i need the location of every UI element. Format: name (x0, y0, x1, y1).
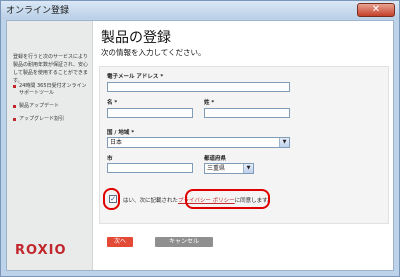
last-name-label: 姓 * (204, 100, 215, 106)
close-icon: ✕ (371, 4, 381, 15)
title-bar[interactable]: オンライン登録 ✕ (1, 1, 399, 19)
window-title: オンライン登録 (6, 6, 70, 16)
city-label: 市 (107, 156, 113, 162)
chevron-down-icon[interactable]: ▼ (279, 138, 289, 147)
email-field[interactable] (107, 82, 290, 92)
first-name-field[interactable] (107, 108, 193, 118)
country-label: 国 / 地域 * (107, 130, 135, 136)
bullet-icon (13, 105, 16, 108)
highlight-privacy-link-ring (185, 189, 270, 209)
sidebar-description: 登録を行うと次のサービスにより 製品の耐用年数が保証され、安心して製品を使用する… (13, 54, 89, 84)
registration-window: オンライン登録 ✕ 登録を行うと次のサービスにより 製品の耐用年数が保証され、安… (0, 0, 400, 277)
sidebar-item-label: 24時間 365日受付オンライン サポートツール (19, 83, 87, 96)
sidebar-item-support: 24時間 365日受付オンライン サポートツール (13, 83, 91, 97)
sidebar-item-label: 製品アップデート (19, 103, 60, 109)
sidebar-benefits-list: 24時間 365日受付オンライン サポートツール 製品アップデート アップグレー… (13, 83, 91, 129)
sidebar-item-updates: 製品アップデート (13, 103, 91, 110)
country-value: 日本 (110, 139, 123, 146)
cancel-button[interactable]: キャンセル (155, 237, 213, 247)
close-button[interactable]: ✕ (357, 3, 395, 17)
chevron-down-icon[interactable]: ▼ (243, 164, 253, 173)
city-field[interactable] (107, 163, 193, 173)
consent-prefix: はい、次に記載された (123, 198, 179, 204)
client-area: 登録を行うと次のサービスにより 製品の耐用年数が保証され、安心して製品を使用する… (6, 20, 394, 271)
bullet-icon (13, 85, 16, 88)
country-select[interactable]: 日本 ▼ (107, 137, 290, 148)
prefecture-label: 都道府県 (204, 156, 227, 162)
page-title: 製品の登録 (101, 30, 171, 46)
last-name-field[interactable] (204, 108, 290, 118)
prefecture-select[interactable]: 三重県 ▼ (204, 163, 254, 174)
sidebar: 登録を行うと次のサービスにより 製品の耐用年数が保証され、安心して製品を使用する… (7, 21, 93, 270)
bullet-icon (13, 118, 16, 121)
main-content: 製品の登録 次の情報を入力してください。 電子メール アドレス * 名 * 姓 … (95, 21, 393, 270)
roxio-logo: ROXIO (15, 243, 67, 258)
sidebar-item-upgrade: アップグレード割引 (13, 116, 91, 123)
prefecture-value: 三重県 (207, 165, 226, 172)
email-label: 電子メール アドレス * (107, 74, 164, 80)
page-subtitle: 次の情報を入力してください。 (101, 48, 206, 57)
first-name-label: 名 * (107, 100, 118, 106)
registration-form: 電子メール アドレス * 名 * 姓 * 国 / 地域 * 日本 ▼ 市 都道府… (99, 66, 389, 224)
sidebar-item-label: アップグレード割引 (19, 116, 65, 122)
highlight-checkbox-ring (103, 188, 120, 210)
next-button[interactable]: 次へ (107, 237, 133, 247)
